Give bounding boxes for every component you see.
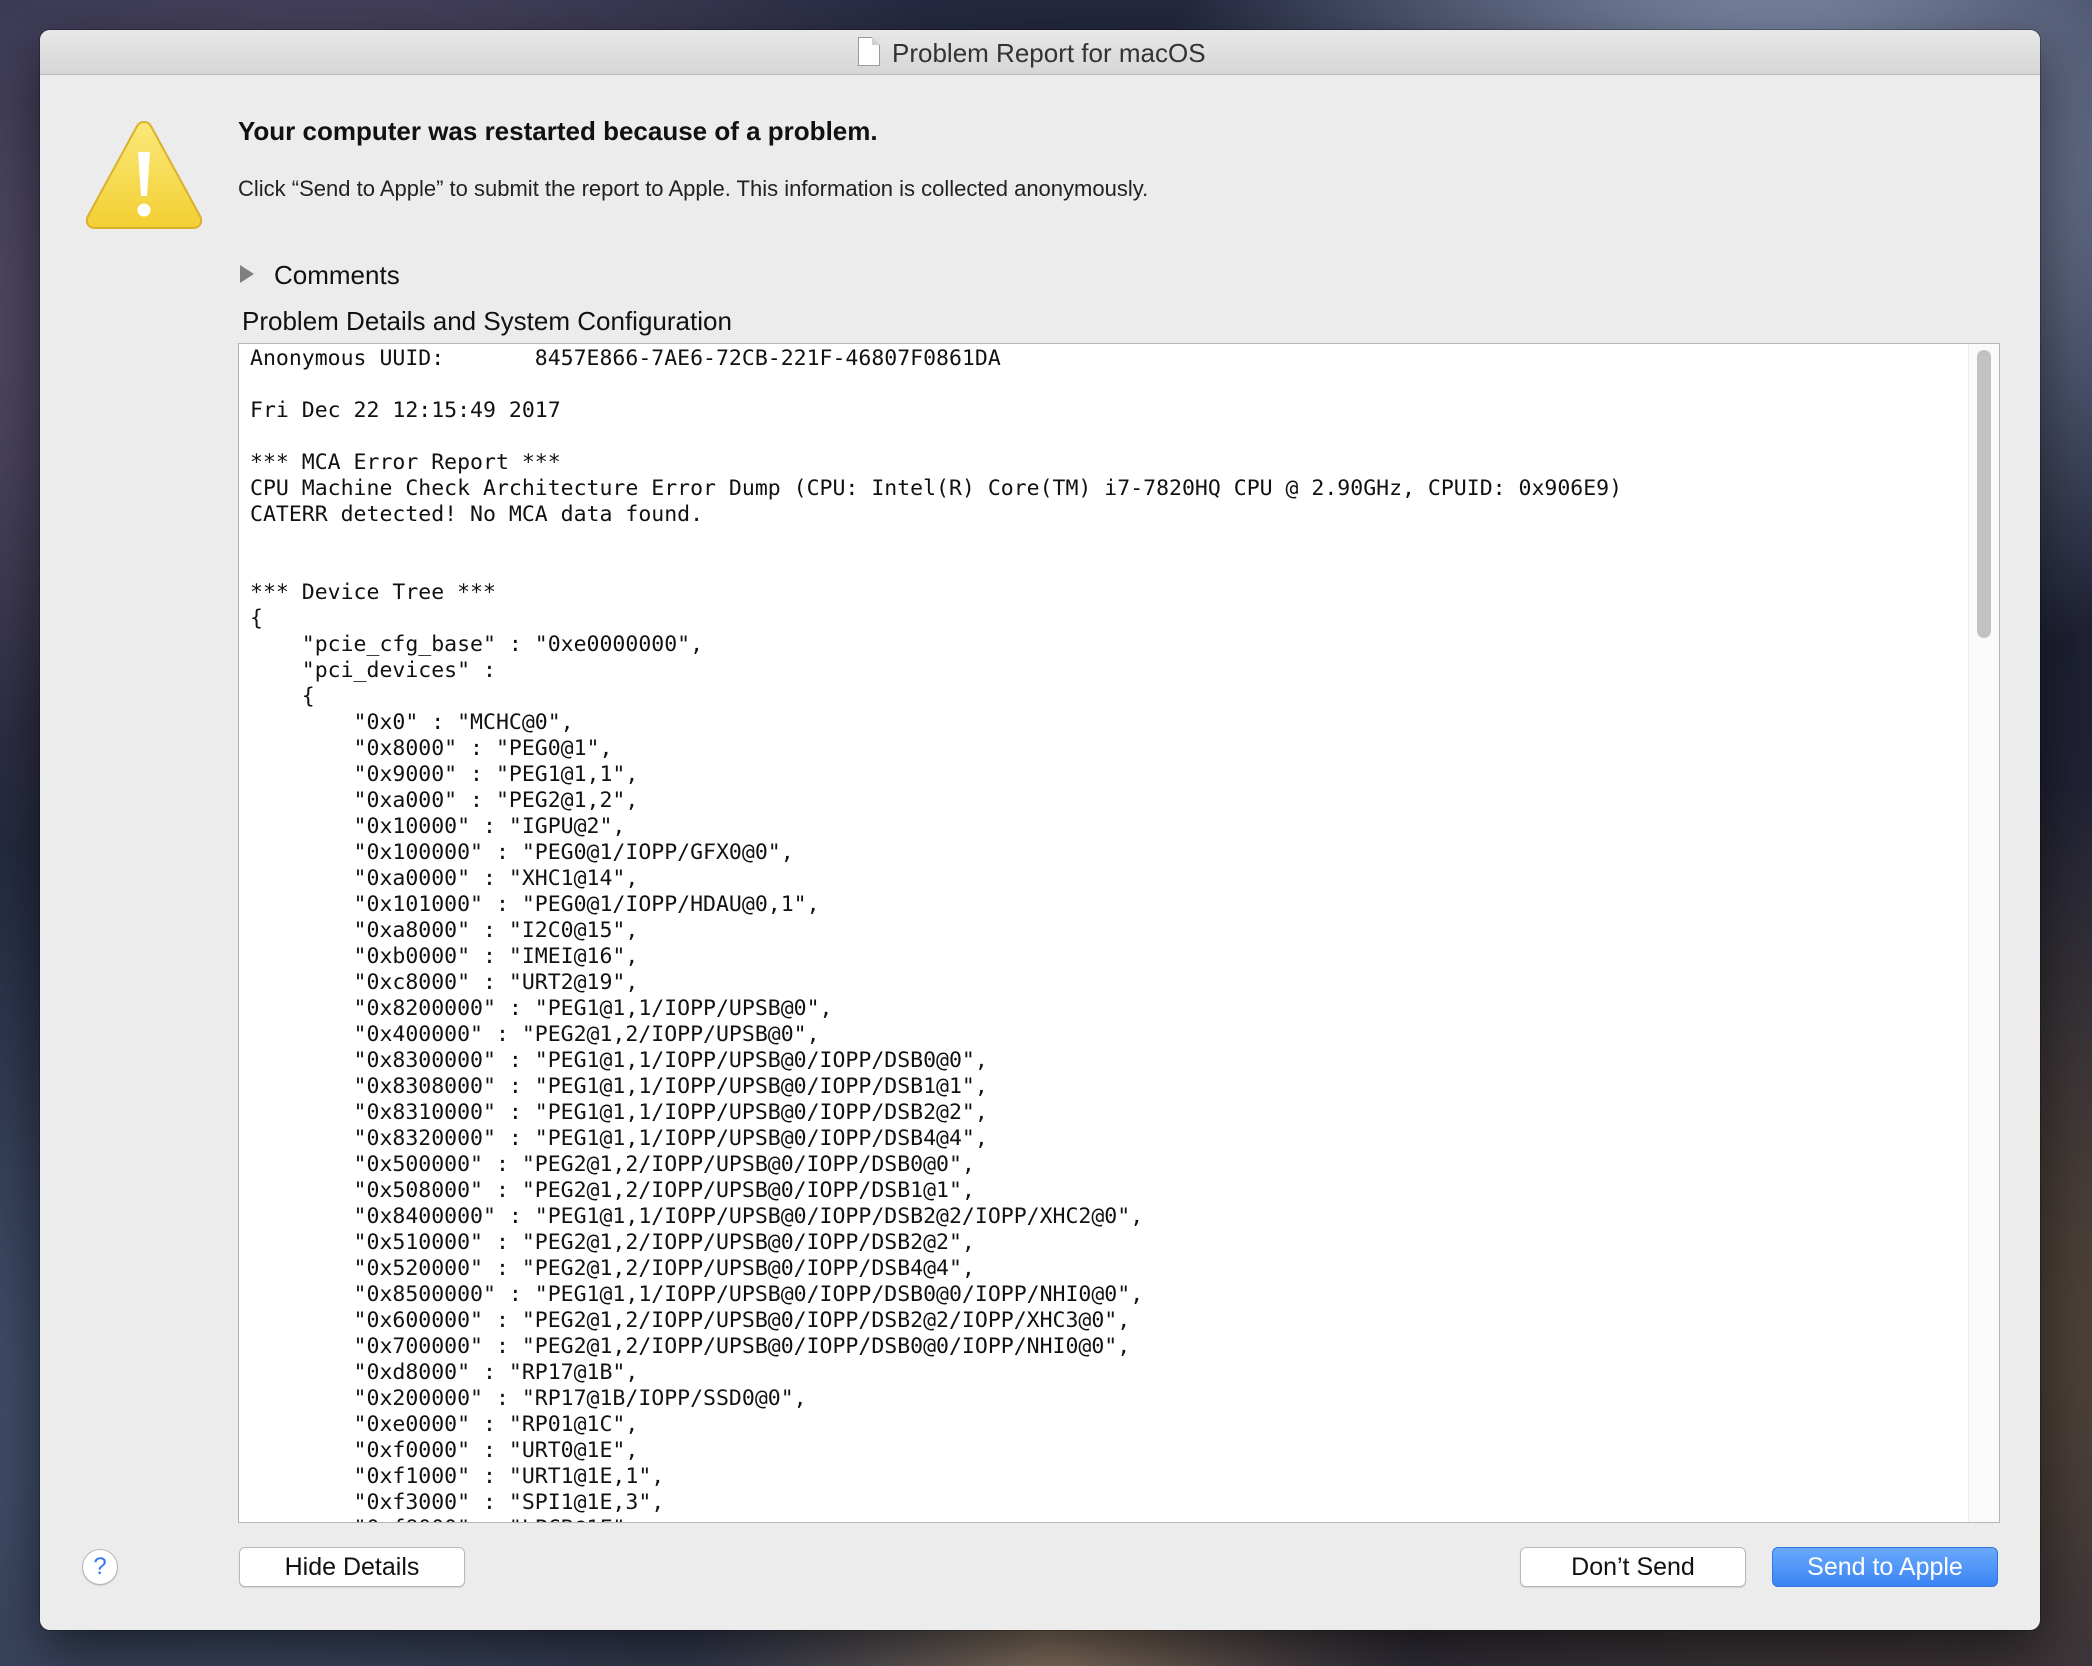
scrollbar-thumb[interactable] [1977, 350, 1991, 638]
comments-toggle[interactable]: Comments [274, 260, 400, 291]
window-title: Problem Report for macOS [892, 38, 1206, 68]
title-bar[interactable]: Problem Report for macOS [40, 30, 2040, 75]
help-button[interactable]: ? [82, 1549, 118, 1585]
details-section-label: Problem Details and System Configuration [242, 306, 732, 336]
hide-details-button[interactable]: Hide Details [239, 1547, 465, 1587]
problem-details-text: Anonymous UUID: 8457E866-7AE6-72CB-221F-… [250, 346, 1623, 1522]
warning-icon [85, 120, 203, 229]
send-to-apple-button[interactable]: Send to Apple [1772, 1547, 1998, 1587]
alert-headline: Your computer was restarted because of a… [238, 116, 878, 146]
alert-description: Click “Send to Apple” to submit the repo… [238, 176, 1149, 201]
problem-details-textview[interactable]: Anonymous UUID: 8457E866-7AE6-72CB-221F-… [238, 343, 2000, 1523]
document-icon [858, 37, 880, 66]
problem-report-window: Problem Report for macOS Your computer w… [40, 30, 2040, 1630]
disclosure-triangle-icon[interactable] [240, 265, 254, 283]
vertical-scrollbar[interactable] [1968, 344, 1999, 1522]
dont-send-button[interactable]: Don’t Send [1520, 1547, 1746, 1587]
